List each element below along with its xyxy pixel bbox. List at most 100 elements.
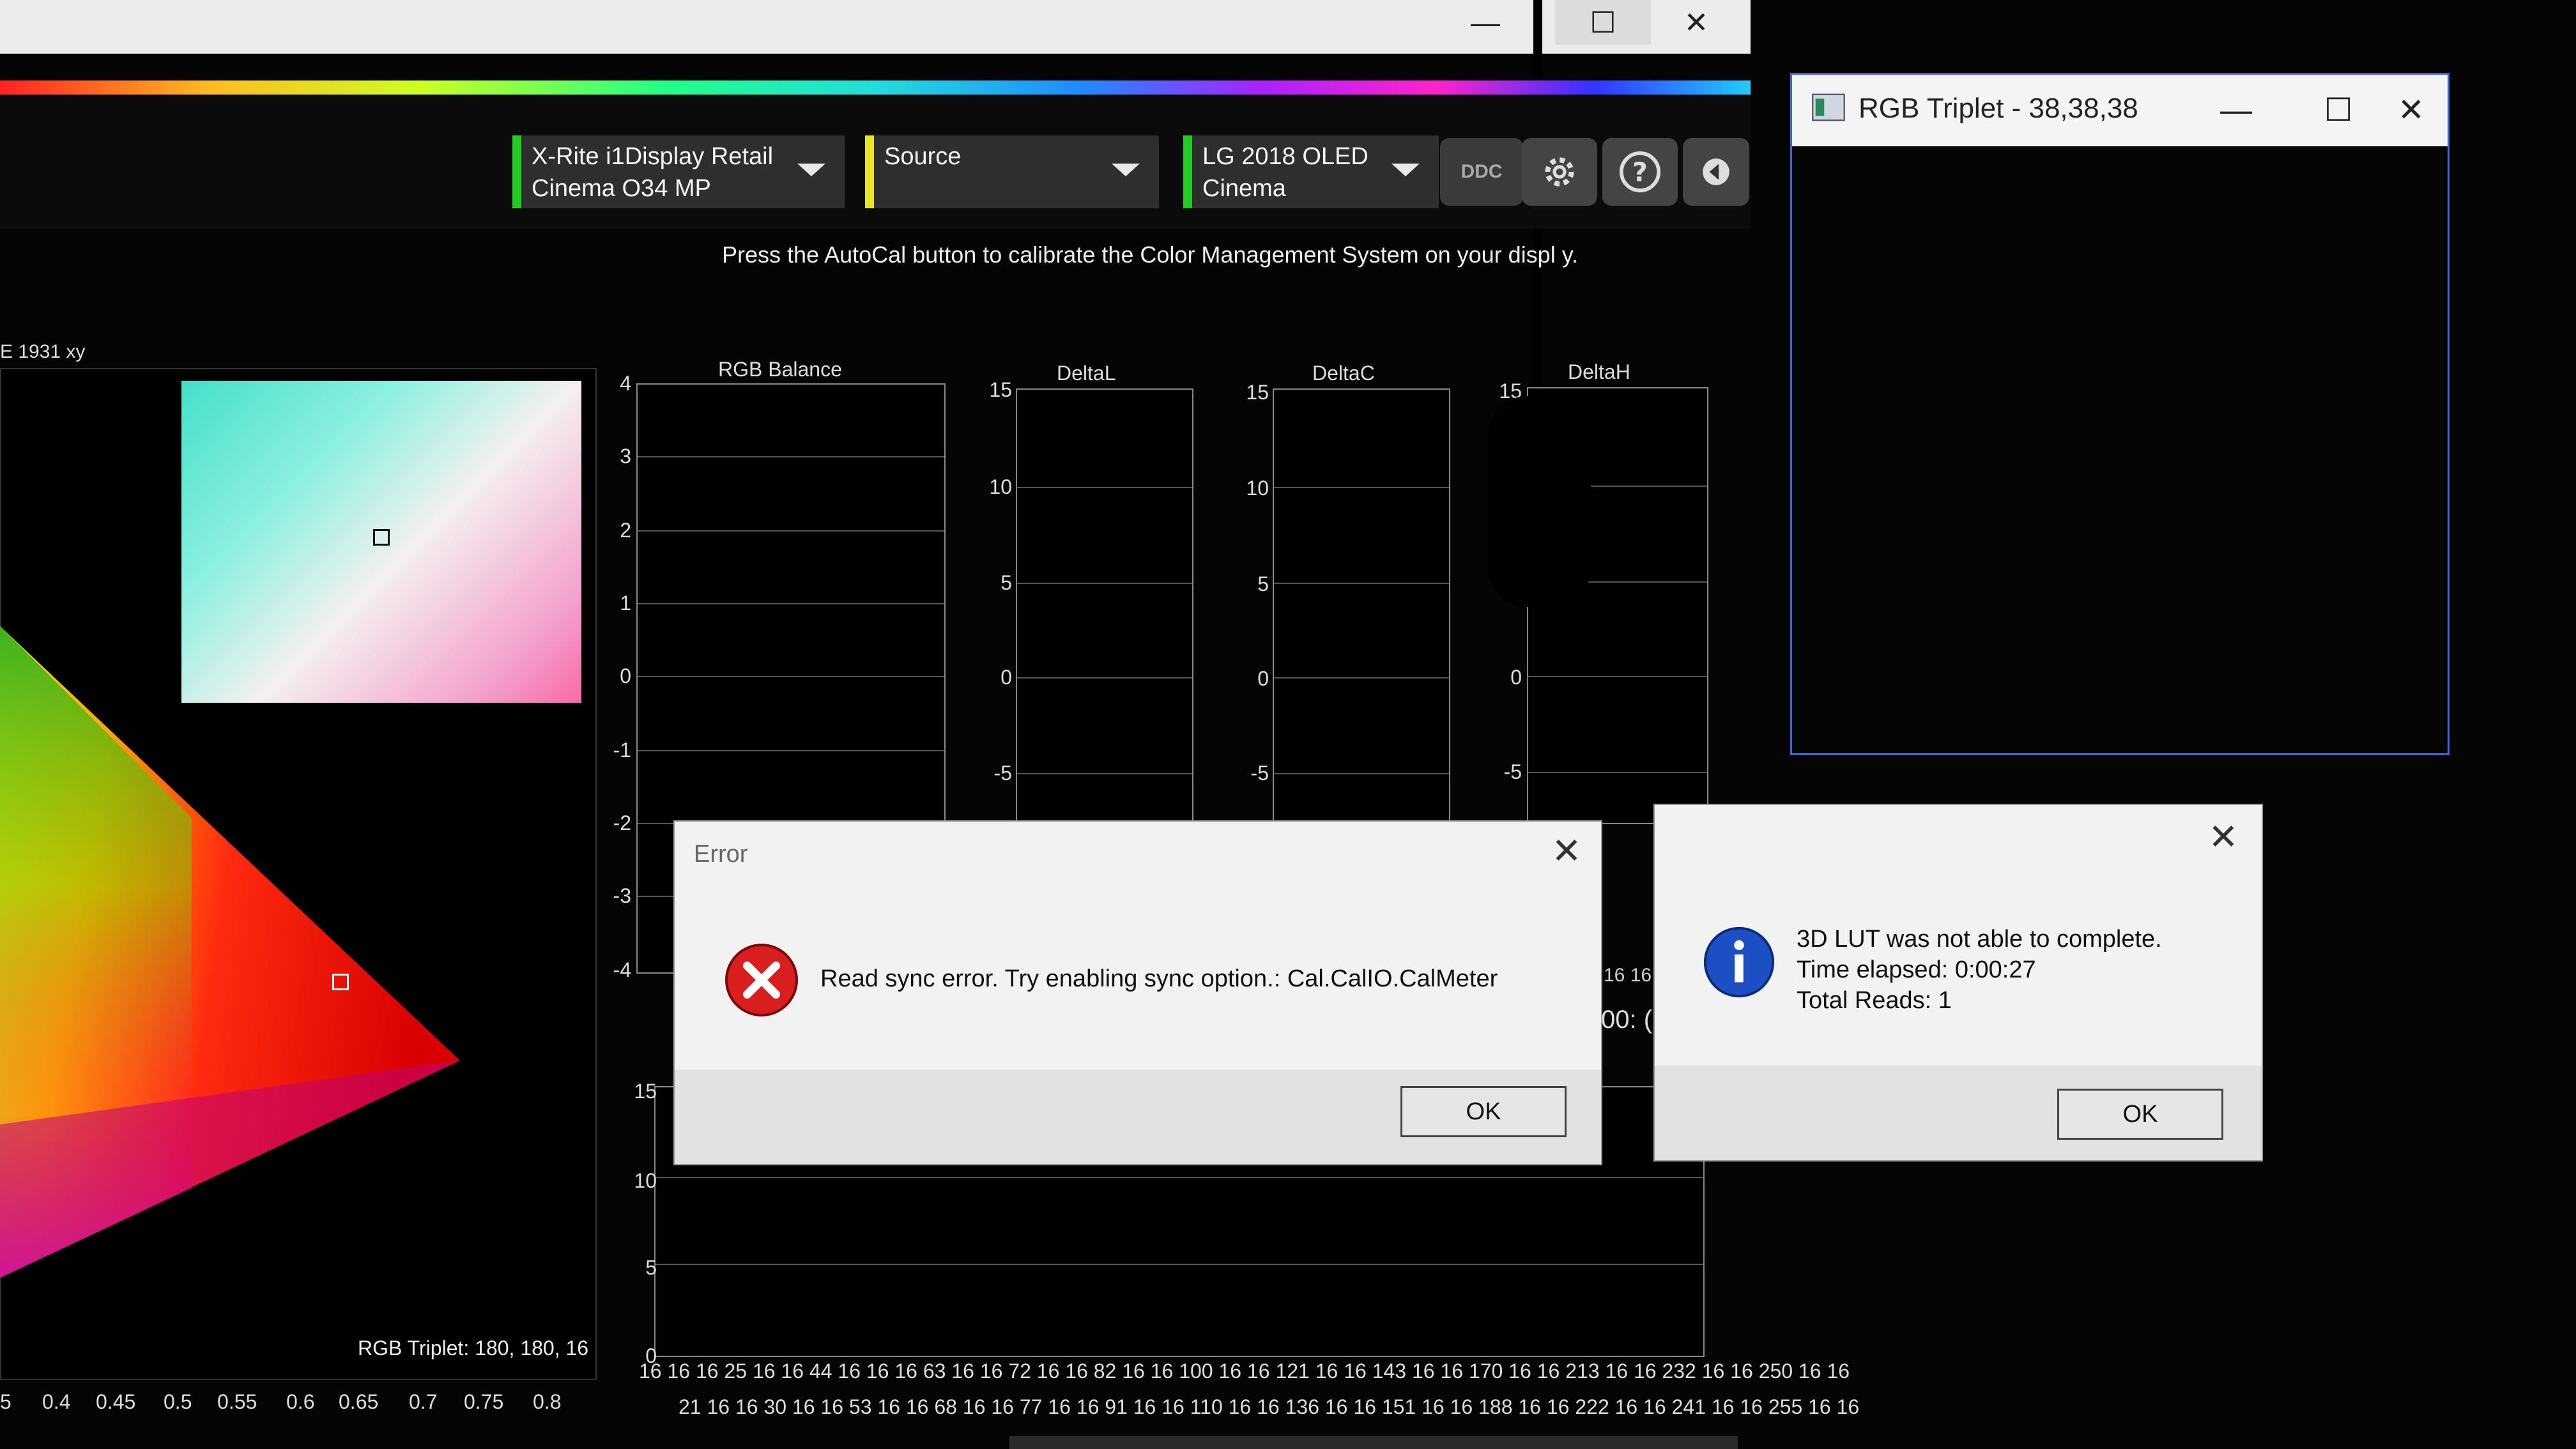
info-icon	[1703, 926, 1775, 998]
cie-x-tick: 0.8	[533, 1390, 562, 1413]
error-dialog-title: Error	[694, 841, 748, 868]
rgb-window-title: RGB Triplet - 38,38,38	[1859, 93, 2138, 124]
partial-value-2: 00: (	[1601, 1006, 1653, 1034]
deltaL-chart	[1016, 388, 1193, 825]
rgb-tick: 0	[620, 664, 631, 687]
rgb-tick: -4	[613, 958, 631, 981]
main-title-bar: — ☐ ✕	[0, 0, 1751, 54]
deltaL-tick: 5	[1000, 571, 1012, 594]
rgb-tick: 4	[620, 372, 631, 395]
main-minimize-button[interactable]: —	[1450, 0, 1521, 45]
display-status-led	[1183, 135, 1192, 208]
question-icon: ?	[1619, 151, 1661, 193]
cie-x-tick: 0.55	[217, 1390, 257, 1413]
info-message: 3D LUT was not able to complete. Time el…	[1797, 924, 2162, 1016]
cie-x-axis: 5 0.4 0.45 0.5 0.55 0.6 0.65 0.7 0.75 0.…	[0, 1390, 594, 1422]
rgb-triplet-color-area	[1792, 146, 2448, 753]
cie-label: E 1931 xy	[0, 341, 86, 362]
app-window-icon	[1812, 93, 1845, 121]
deltaH-tick: 0	[1510, 666, 1522, 689]
cie-x-tick: 0.75	[464, 1390, 504, 1413]
display-select[interactable]: LG 2018 OLED Cinema	[1183, 135, 1439, 208]
rgb-window-minimize-button[interactable]: —	[2201, 88, 2271, 132]
deltaL-tick: -5	[993, 762, 1012, 785]
gear-icon	[1545, 157, 1574, 187]
info-dialog: ✕ 3D LUT was not able to complete. Time …	[1655, 805, 2262, 1160]
rgb-tick: 2	[620, 519, 631, 542]
rainbow-bar	[0, 80, 1751, 95]
cie-x-tick: 5	[0, 1390, 12, 1413]
deltaL-tick: 15	[989, 378, 1012, 401]
info-line1: 3D LUT was not able to complete.	[1797, 926, 2162, 953]
deltaL-tick: 0	[1000, 666, 1012, 689]
partial-value-1: 16 16	[1604, 965, 1652, 986]
deltaC-tick: 0	[1257, 667, 1269, 690]
svg-text:?: ?	[1632, 157, 1648, 188]
deltaC-title: DeltaC	[1312, 362, 1375, 385]
x-axis-labels-row1: 16 16 16 25 16 16 44 16 16 16 63 16 16 7…	[639, 1360, 1850, 1383]
rgb-balance-title: RGB Balance	[718, 358, 842, 381]
deltaC-tick: 10	[1246, 477, 1269, 500]
chevron-left-icon	[1703, 158, 1729, 185]
error-dialog: Error ✕ Read sync error. Try enabling sy…	[675, 822, 1601, 1164]
meter-status-led	[512, 135, 521, 208]
error-message: Read sync error. Try enabling sync optio…	[820, 965, 1498, 992]
error-ok-button[interactable]: OK	[1400, 1086, 1567, 1137]
help-button[interactable]: ?	[1602, 138, 1678, 206]
settings-button[interactable]	[1522, 138, 1597, 206]
rgb-tick: -2	[613, 811, 631, 834]
x-axis-labels-row2: 21 16 16 30 16 16 53 16 16 68 16 16 77 1…	[678, 1395, 1860, 1418]
display-line2: Cinema	[1202, 175, 1286, 202]
chevron-down-icon	[797, 164, 825, 176]
rgb-triplet-window: RGB Triplet - 38,38,38 — ☐ ✕	[1790, 73, 2450, 755]
cie-x-tick: 0.6	[286, 1390, 315, 1413]
rgb-window-title-bar: RGB Triplet - 38,38,38 — ☐ ✕	[1792, 75, 2448, 146]
instruction-text: Press the AutoCal button to calibrate th…	[722, 241, 1579, 268]
chevron-down-icon	[1112, 164, 1140, 176]
rgb-tick: 1	[620, 592, 631, 615]
rgb-window-close-button[interactable]: ✕	[2376, 88, 2446, 132]
source-status-led	[865, 135, 874, 208]
rgb-tick: -3	[613, 884, 631, 907]
measured-marker	[332, 974, 349, 990]
deltaC-tick: 15	[1246, 381, 1269, 404]
cie-x-tick: 0.7	[409, 1390, 438, 1413]
deltaH-title: DeltaH	[1568, 360, 1630, 383]
deltaC-tick: 5	[1257, 572, 1269, 595]
info-dialog-close-button[interactable]: ✕	[2204, 816, 2242, 857]
rgb-window-maximize-button[interactable]: ☐	[2303, 88, 2373, 132]
info-line3: Total Reads: 1	[1797, 987, 1952, 1014]
cie-x-tick: 0.65	[339, 1390, 379, 1413]
error-dialog-close-button[interactable]: ✕	[1547, 831, 1586, 871]
meter-line2: Cinema O34 MP	[532, 175, 711, 202]
ddc-label: DDC	[1460, 161, 1503, 182]
main-maximize-button[interactable]: ☐	[1555, 0, 1651, 45]
deltaL-title: DeltaL	[1057, 362, 1116, 385]
deltaC-chart	[1273, 388, 1450, 825]
back-button[interactable]	[1683, 138, 1749, 206]
main-close-button[interactable]: ✕	[1661, 0, 1731, 45]
cie-x-tick: 0.45	[96, 1390, 136, 1413]
deltaH-tick: -5	[1503, 760, 1522, 783]
rgb-tick: -1	[613, 739, 631, 762]
meter-select[interactable]: X-Rite i1Display Retail Cinema O34 MP	[512, 135, 845, 208]
cie-triplet-label: RGB Triplet: 180, 180, 16	[358, 1337, 589, 1360]
source-select[interactable]: Source	[865, 135, 1159, 208]
cie-x-tick: 0.4	[42, 1390, 71, 1413]
info-line2: Time elapsed: 0:00:27	[1797, 956, 2036, 983]
deltaC-tick: -5	[1250, 762, 1269, 785]
cie-x-tick: 0.5	[164, 1390, 192, 1413]
target-marker	[373, 529, 390, 546]
bottom-tick: 10	[634, 1169, 657, 1192]
bottom-strip	[1009, 1436, 1738, 1449]
error-icon	[725, 944, 798, 1016]
chevron-down-icon	[1392, 164, 1420, 176]
bottom-tick: 15	[634, 1080, 657, 1103]
cable-obstruction	[1489, 396, 1591, 607]
ddc-button[interactable]: DDC	[1440, 138, 1523, 206]
info-ok-button[interactable]: OK	[2057, 1089, 2223, 1140]
gamut-triangle	[0, 626, 460, 1278]
bottom-tick: 5	[645, 1256, 657, 1279]
rgb-tick: 3	[620, 445, 631, 468]
deltaL-tick: 10	[989, 475, 1012, 498]
